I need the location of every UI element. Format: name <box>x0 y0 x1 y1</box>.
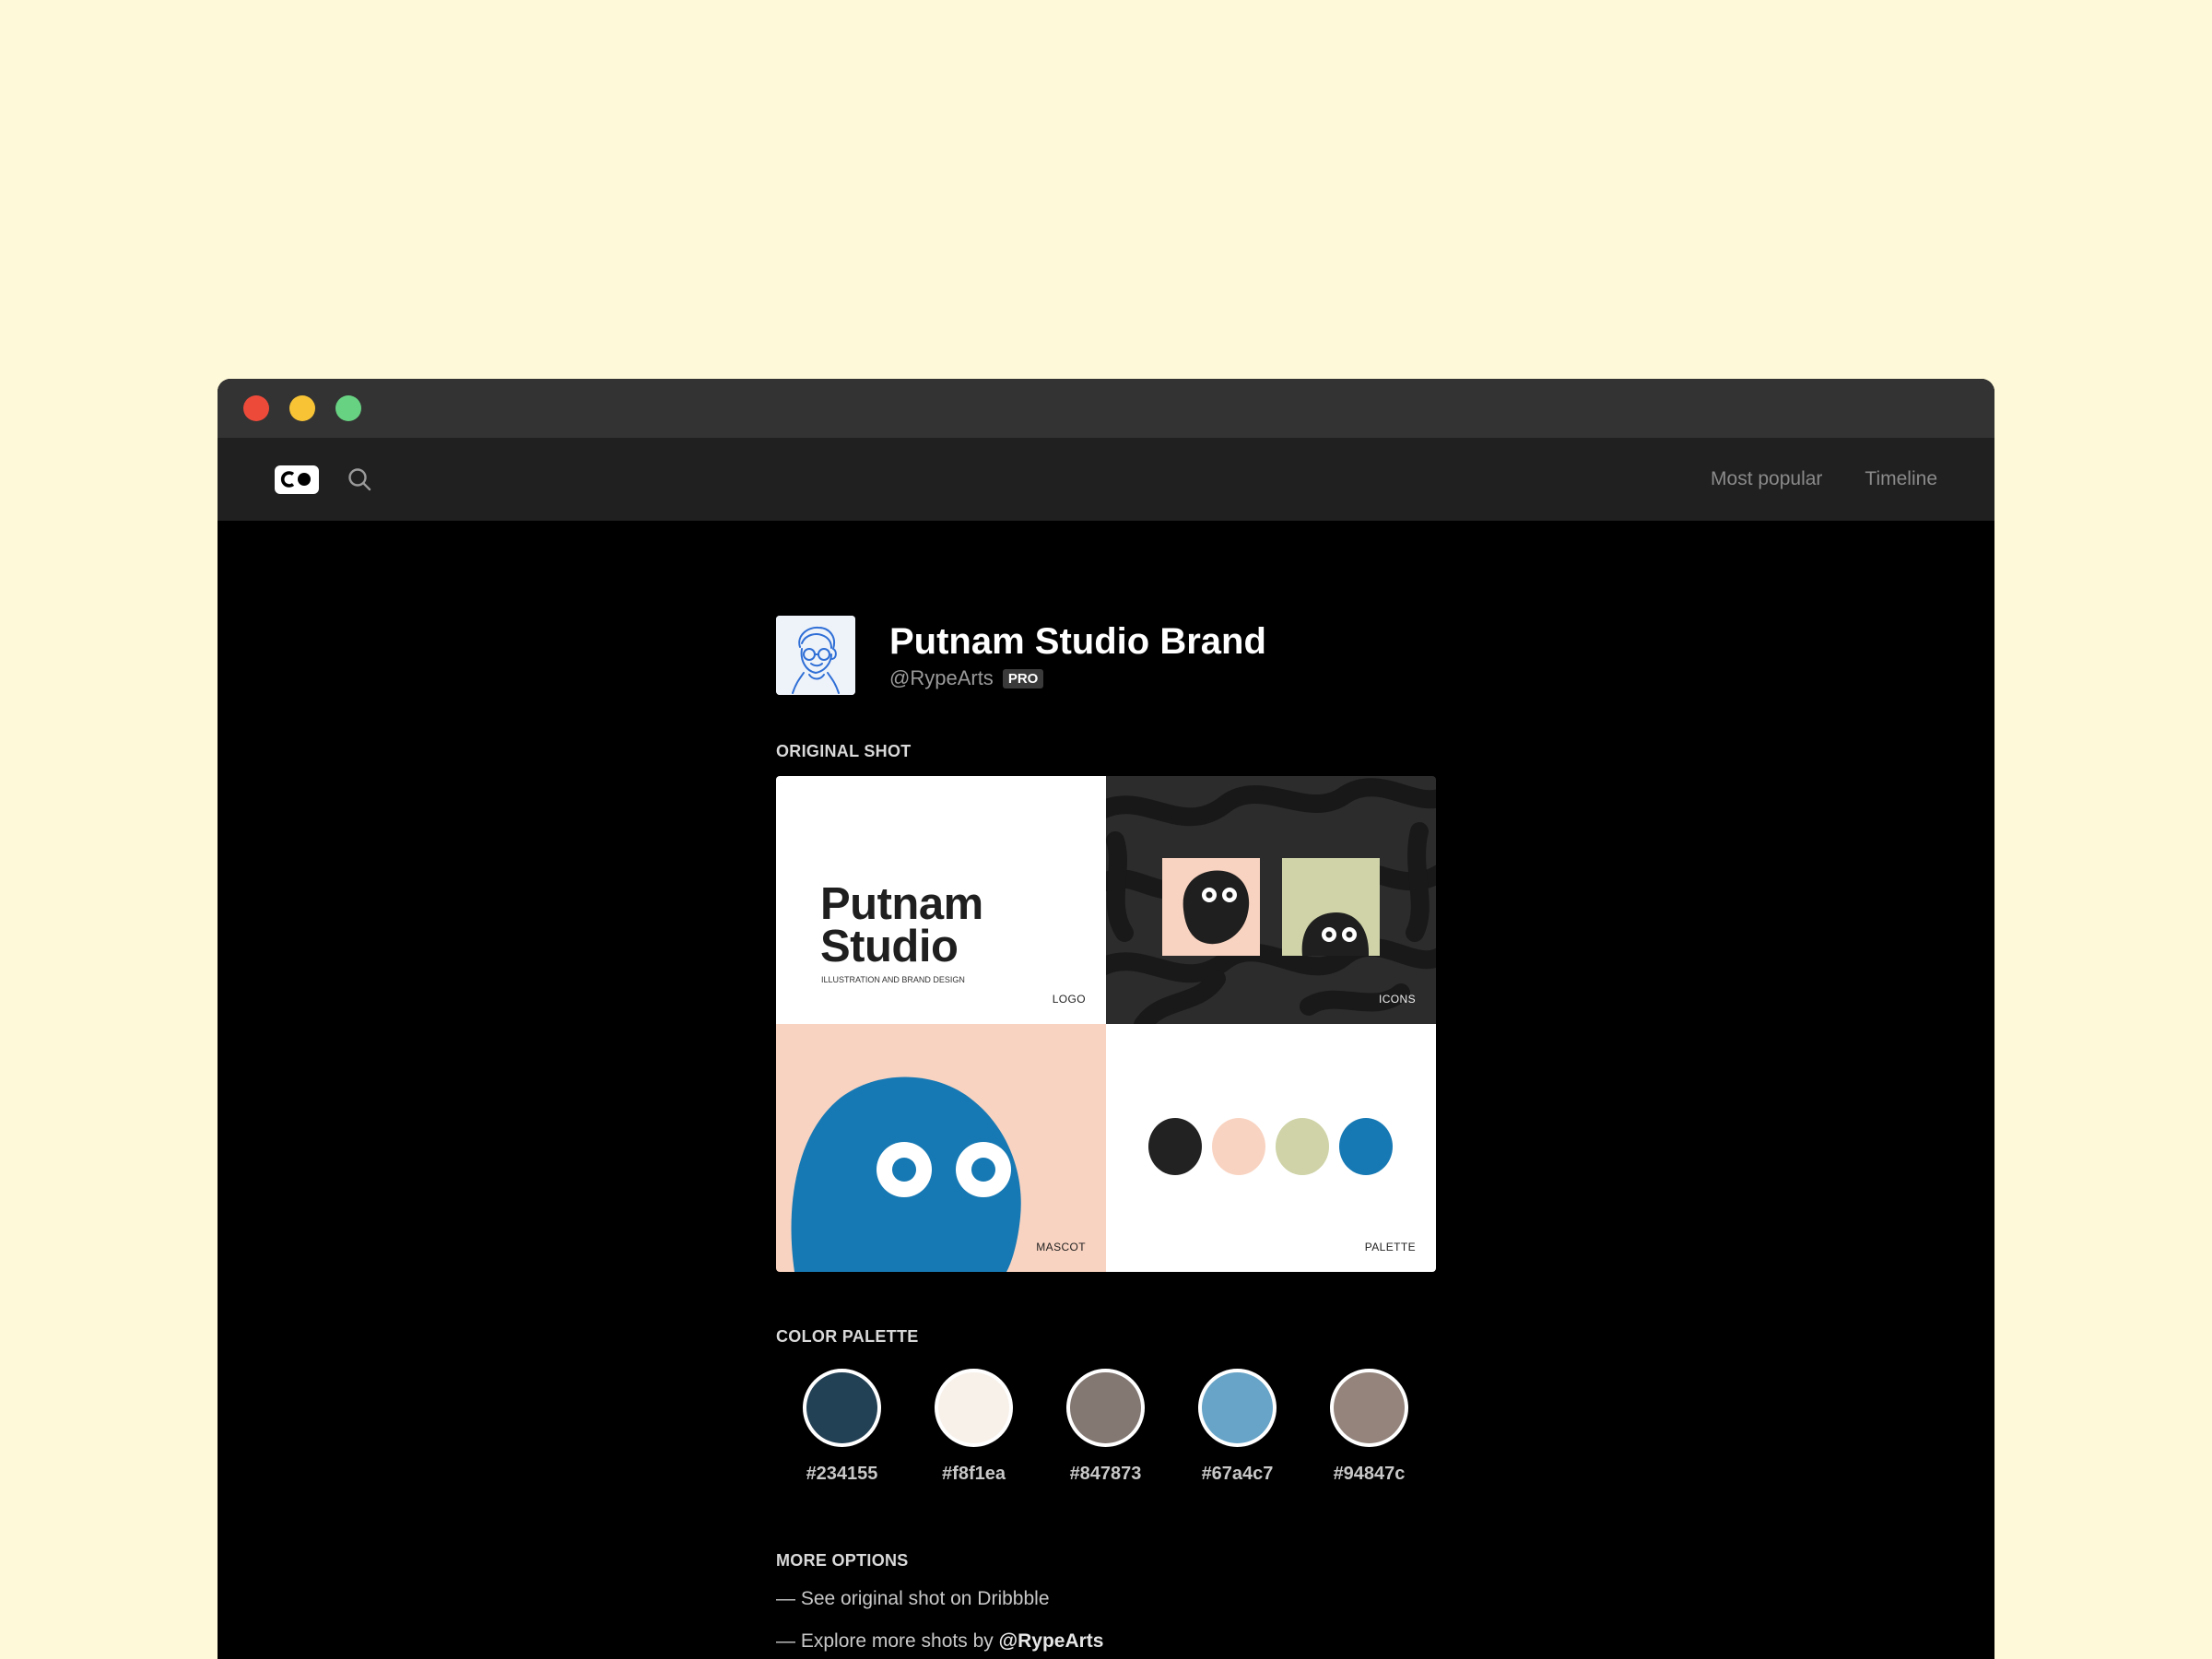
list-item: — See original shot on Dribbble <box>776 1578 1436 1620</box>
logo-label: LOGO <box>1052 993 1086 1006</box>
top-nav: Most popular Timeline <box>218 438 1994 521</box>
color-hex: #234155 <box>806 1464 878 1484</box>
palette-dot <box>1148 1118 1202 1175</box>
color-swatch-circle <box>1330 1369 1408 1447</box>
more-options-list: — See original shot on Dribbble — Explor… <box>776 1578 1436 1659</box>
logo-wordmark-line1: Putnam <box>820 879 983 929</box>
mascot-label: MASCOT <box>1036 1241 1086 1253</box>
explore-prefix: Explore more shots by <box>800 1630 994 1652</box>
page-title: Putnam Studio Brand <box>889 621 1266 662</box>
color-swatch-circle <box>935 1369 1013 1447</box>
list-item: — Explore more shots by @RypeArts <box>776 1620 1436 1659</box>
color-swatch-circle <box>1198 1369 1277 1447</box>
author-link[interactable]: @RypeArts <box>999 1630 1104 1652</box>
palette-dot <box>1276 1118 1329 1175</box>
color-swatches: #234155 #f8f1ea #847873 #67a4c7 #94847c <box>776 1369 1436 1485</box>
logo-panel: Putnam Studio ILLUSTRATION AND BRAND DES… <box>776 776 1106 1024</box>
see-original-link[interactable]: See original shot on Dribbble <box>801 1588 1050 1609</box>
color-palette-label: COLOR PALETTE <box>776 1327 919 1346</box>
color-swatch[interactable]: #234155 <box>803 1369 881 1485</box>
avatar[interactable] <box>776 616 855 695</box>
color-swatch[interactable]: #94847c <box>1330 1369 1408 1485</box>
nav-link-timeline[interactable]: Timeline <box>1865 468 1937 490</box>
color-swatch[interactable]: #f8f1ea <box>935 1369 1013 1485</box>
icons-panel: ICONS <box>1106 776 1436 1024</box>
palette-dot <box>1339 1118 1393 1175</box>
palette-dot <box>1212 1118 1265 1175</box>
author-username[interactable]: @RypeArts <box>889 666 994 690</box>
pro-badge: PRO <box>1002 668 1044 688</box>
mascot-panel: MASCOT <box>776 1024 1106 1272</box>
search-icon[interactable] <box>347 466 372 492</box>
logo-wordmark-line2: Studio <box>820 922 959 971</box>
shot-header: Putnam Studio Brand @RypeArts PRO <box>776 616 1436 695</box>
color-swatch[interactable]: #847873 <box>1066 1369 1145 1485</box>
original-shot-label: ORIGINAL SHOT <box>776 742 912 760</box>
dash: — <box>776 1630 795 1652</box>
color-hex: #94847c <box>1333 1464 1406 1484</box>
color-swatch-circle <box>803 1369 881 1447</box>
dash: — <box>776 1588 795 1609</box>
maximize-window-button[interactable] <box>335 395 361 421</box>
color-hex: #f8f1ea <box>942 1464 1006 1484</box>
title-bar <box>218 379 1994 438</box>
icons-label: ICONS <box>1378 993 1416 1006</box>
original-shot-image[interactable]: Putnam Studio ILLUSTRATION AND BRAND DES… <box>776 776 1436 1272</box>
close-window-button[interactable] <box>243 395 269 421</box>
co-logo-icon[interactable] <box>275 465 319 494</box>
nav-link-most-popular[interactable]: Most popular <box>1711 468 1822 490</box>
color-hex: #67a4c7 <box>1201 1464 1274 1484</box>
minimize-window-button[interactable] <box>289 395 315 421</box>
more-options-label: MORE OPTIONS <box>776 1551 909 1570</box>
shot-detail: Putnam Studio Brand @RypeArts PRO ORIGIN… <box>776 616 1436 1659</box>
color-swatch[interactable]: #67a4c7 <box>1198 1369 1277 1485</box>
palette-panel: PALETTE <box>1106 1024 1436 1272</box>
color-hex: #847873 <box>1069 1464 1142 1484</box>
browser-window: Most popular Timeline Putnam Studio Bran… <box>218 379 1994 1659</box>
logo-tagline: ILLUSTRATION AND BRAND DESIGN <box>821 975 965 984</box>
color-swatch-circle <box>1066 1369 1145 1447</box>
palette-label: PALETTE <box>1364 1241 1416 1253</box>
